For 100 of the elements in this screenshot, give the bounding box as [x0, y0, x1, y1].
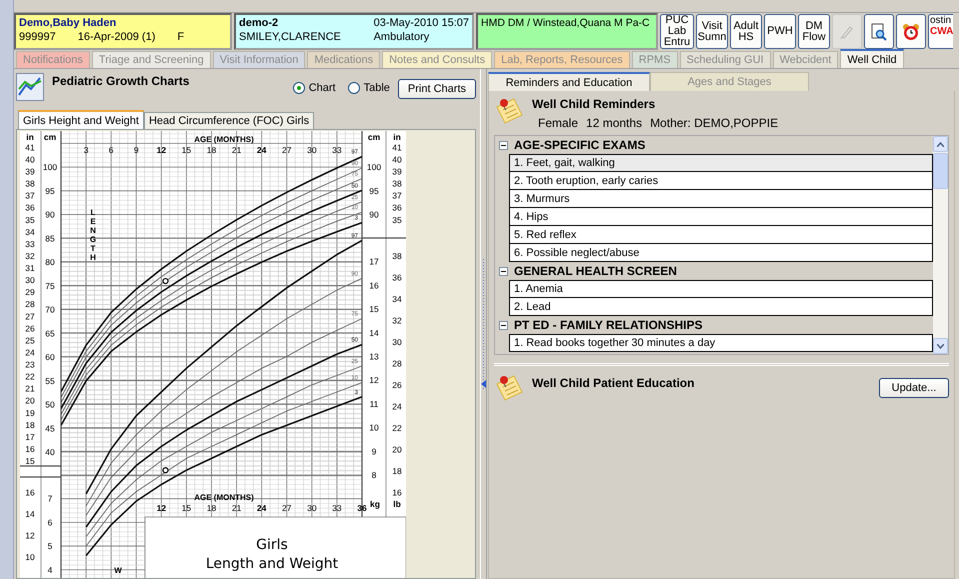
axis-tick-label: 4 — [48, 564, 52, 575]
axis-tick-label: 30 — [307, 145, 317, 155]
axis-tick-label: 70 — [45, 304, 55, 315]
axis-tick-label: 12 — [156, 503, 166, 513]
axis-tick-label: 25 — [25, 335, 35, 346]
axis-tick-label: 11 — [370, 398, 378, 409]
axis-tick-label: 60 — [45, 352, 55, 362]
axis-tick-label: 14 — [25, 509, 35, 520]
axis-tick-label: 16 — [392, 488, 402, 498]
axis-tick-label: 39 — [25, 166, 35, 177]
axis-tick-label: 40 — [25, 154, 35, 164]
axis-title: W — [114, 566, 122, 575]
axis-tick-label: 21 — [25, 384, 35, 394]
axis-tick-label: 36 — [392, 202, 402, 213]
axis-tick-label: 100 — [366, 162, 382, 172]
axis-tick-label: 33 — [25, 238, 35, 249]
axis-tick-label: 12 — [369, 375, 379, 386]
axis-tick-label: 15 — [182, 503, 192, 513]
axis-tick-label: 7 — [48, 494, 52, 504]
axis-tick-label: 10 — [369, 422, 379, 433]
axis-tick-label: 38 — [392, 178, 402, 189]
axis-tick-label: 8 — [372, 470, 376, 480]
axis-title: LENGTH — [88, 208, 98, 262]
axis-tick-label: 34 — [25, 226, 35, 237]
axis-tick-label: 6 — [108, 145, 114, 155]
axis-tick-label: 24 — [256, 503, 266, 513]
axis-tick-label: 5 — [48, 541, 52, 552]
axis-title: AGE (MONTHS) — [194, 493, 254, 502]
axis-tick-label: 90 — [45, 210, 55, 220]
axis-tick-label: 38 — [25, 178, 35, 189]
axis-tick-label: 37 — [25, 190, 35, 201]
axis-tick-label: 22 — [392, 423, 402, 434]
axis-tick-label: 40 — [45, 447, 55, 457]
axis-tick-label: 14 — [369, 328, 379, 338]
axis-tick-label: 22 — [25, 372, 35, 382]
axis-tick-label: 12 — [25, 530, 35, 541]
chart-number: 999997 — [19, 31, 56, 43]
axis-tick-label: 28 — [392, 358, 402, 369]
axis-tick-label: 21 — [232, 503, 242, 513]
axis-tick-label: 85 — [45, 233, 55, 244]
axis-tick-label: 75 — [45, 280, 55, 291]
reminder-category: PT ED - FAMILY RELATIONSHIPS — [514, 318, 702, 332]
axis-tick-label: 35 — [25, 214, 35, 225]
axis-tick-label: 24 — [25, 347, 35, 358]
axis-tick-label: 10 — [25, 552, 35, 562]
axis-tick-label: 30 — [25, 275, 35, 286]
axis-tick-label: 26 — [392, 380, 402, 390]
axis-tick-label: 16 — [25, 488, 35, 498]
patient-sex: F — [177, 31, 184, 43]
axis-tick-label: 30 — [392, 337, 402, 348]
primary-care-label: HMD DM / Winstead,Quana M Pa-C — [481, 17, 651, 29]
axis-tick-label: 16 — [25, 444, 35, 454]
patient-detail: 12 months — [586, 116, 642, 130]
axis-tick-label: 95 — [369, 186, 379, 196]
axis-tick-label: 17 — [369, 256, 379, 267]
axis-tick-label: 100 — [42, 162, 58, 172]
axis-tick-label: 18 — [25, 420, 35, 430]
axis-tick-label: 18 — [392, 466, 402, 476]
axis-tick-label: 20 — [392, 444, 402, 455]
axis-tick-label: 34 — [392, 294, 402, 304]
axis-tick-label: 24 — [392, 402, 402, 412]
axis-tick-label: 20 — [25, 396, 35, 406]
axis-tick-label: 55 — [45, 376, 55, 386]
axis-tick-label: 40 — [392, 154, 402, 164]
axis-tick-label: 41 — [392, 142, 402, 152]
visit-provider: SMILEY,CLARENCE — [239, 31, 342, 43]
axis-tick-label: 90 — [369, 210, 379, 220]
axis-tick-label: 24 — [256, 145, 266, 155]
axis-tick-label: 6 — [48, 517, 52, 528]
axis-tick-label: 80 — [45, 257, 55, 268]
axis-tick-label: cm — [368, 132, 380, 142]
reminder-category: AGE-SPECIFIC EXAMS — [514, 138, 646, 152]
axis-tick-label: 28 — [25, 299, 35, 310]
axis-tick-label: 30 — [307, 503, 317, 513]
panel-title: Pediatric Growth Charts — [52, 74, 190, 88]
axis-tick-label: 32 — [25, 250, 35, 261]
visit-location: demo-2 — [239, 17, 280, 29]
axis-tick-label: 12 — [156, 145, 166, 155]
axis-tick-label: 37 — [392, 190, 402, 201]
axis-tick-label: 9 — [372, 446, 376, 456]
axis-tick-label: 38 — [392, 251, 402, 262]
axis-tick-label: 16 — [369, 280, 379, 290]
chart-title: Girls Length and Weight — [206, 537, 338, 572]
axis-tick-label: 21 — [232, 145, 242, 155]
axis-tick-label: 3 — [84, 145, 88, 155]
visit-type: Ambulatory — [374, 31, 430, 43]
axis-tick-label: 9 — [134, 145, 139, 155]
axis-tick-label: 23 — [25, 360, 35, 370]
axis-tick-label: 35 — [392, 214, 402, 225]
axis-tick-label: 32 — [392, 316, 402, 326]
axis-tick-label: 15 — [182, 145, 192, 155]
axis-tick-label: 31 — [25, 263, 35, 274]
axis-tick-label: 27 — [282, 145, 292, 155]
axis-tick-label: 27 — [282, 503, 292, 513]
axis-tick-label: 41 — [25, 142, 35, 152]
axis-tick-label: 15 — [25, 456, 35, 466]
axis-tick-label: 13 — [369, 352, 379, 362]
axis-tick-label: 19 — [25, 408, 35, 418]
section-title: Well Child Reminders — [532, 97, 656, 111]
axis-tick-label: in — [26, 132, 34, 142]
